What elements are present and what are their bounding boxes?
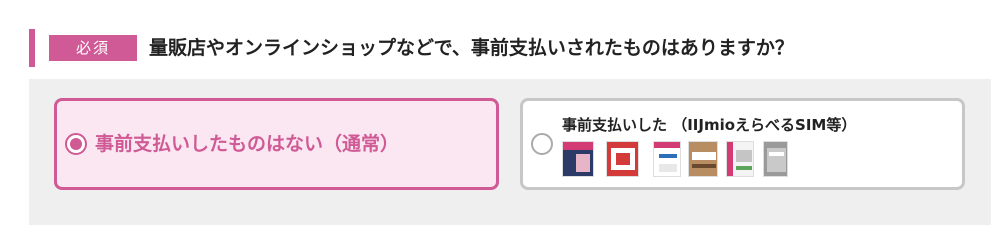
radio-dot-icon xyxy=(70,138,82,150)
option-label: 事前支払いした （IIJmioえらべるSIM等） xyxy=(562,116,857,134)
option-prepaid[interactable]: 事前支払いした （IIJmioえらべるSIM等） xyxy=(520,98,965,190)
question-text: 量販店やオンラインショップなどで、事前支払いされたものはありますか？ xyxy=(149,37,794,59)
package-icon-2 xyxy=(606,141,639,177)
required-badge: 必須 xyxy=(49,35,137,61)
accent-bar xyxy=(29,29,35,67)
option-no-prepaid[interactable]: 事前支払いしたものはない（通常） xyxy=(54,98,499,190)
package-icon-1 xyxy=(562,141,594,177)
options-panel: 事前支払いしたものはない（通常） 事前支払いした （IIJmioえらべるSIM等… xyxy=(29,79,991,225)
package-images xyxy=(562,141,822,181)
option-label: 事前支払いしたものはない（通常） xyxy=(95,133,400,155)
radio-button-unselected-icon[interactable] xyxy=(531,133,553,155)
question-header: 必須 量販店やオンラインショップなどで、事前支払いされたものはありますか？ xyxy=(29,29,989,67)
package-icon-3 xyxy=(653,141,681,177)
radio-button-selected-icon[interactable] xyxy=(65,133,87,155)
package-icon-5 xyxy=(726,141,754,177)
package-icon-6 xyxy=(763,141,788,177)
package-icon-4 xyxy=(688,141,718,177)
